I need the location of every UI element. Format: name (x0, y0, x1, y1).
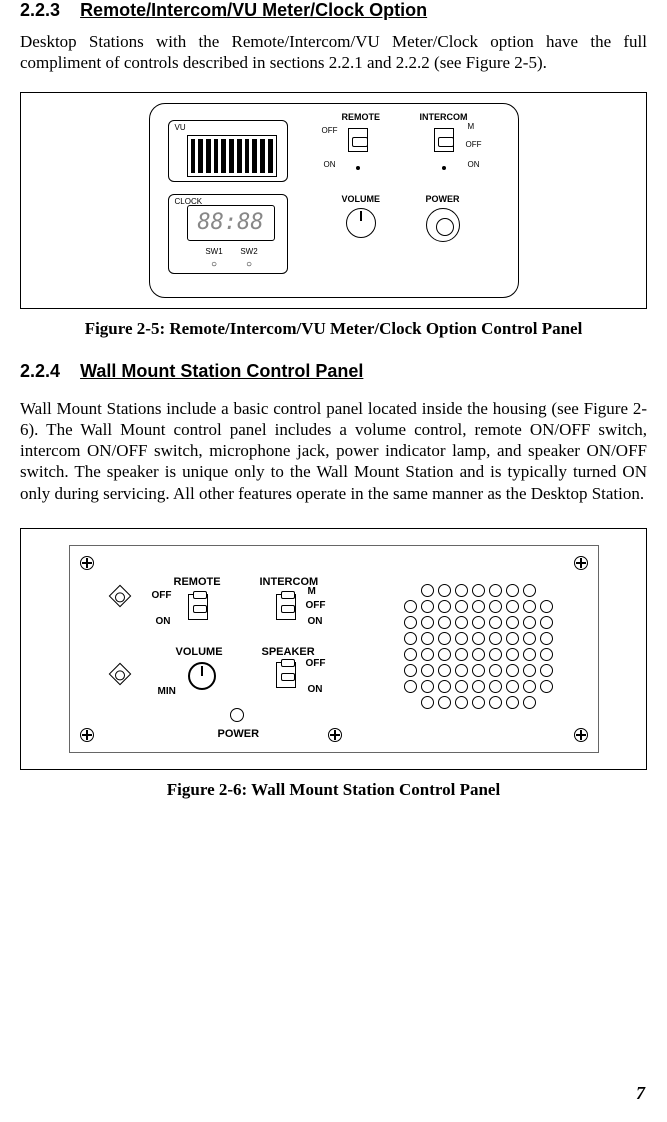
intercom-switch[interactable] (434, 128, 454, 152)
volume-knob[interactable] (346, 208, 376, 238)
p26-power-label: POWER (218, 728, 260, 740)
remote-on: ON (324, 160, 336, 169)
screw-icon (574, 556, 588, 570)
figure-25-caption: Figure 2-5: Remote/Intercom/VU Meter/Clo… (20, 319, 647, 339)
p26-remote-switch[interactable] (188, 594, 208, 620)
power-label: POWER (426, 194, 460, 204)
section-224-paragraph: Wall Mount Stations include a basic cont… (20, 398, 647, 504)
figure-26-caption: Figure 2-6: Wall Mount Station Control P… (20, 780, 647, 800)
power-button[interactable] (426, 208, 460, 242)
vu-label: VU (175, 123, 186, 132)
p26-intercom-off: OFF (306, 600, 326, 611)
p26-speaker-off: OFF (306, 658, 326, 669)
p26-speaker-on: ON (308, 684, 323, 695)
p26-remote-label: REMOTE (174, 576, 221, 588)
p26-intercom-m: M (308, 586, 316, 597)
section-224-number: 2.2.4 (20, 361, 60, 381)
p26-remote-on: ON (156, 616, 171, 627)
p26-intercom-switch[interactable] (276, 594, 296, 620)
p26-speaker-label: SPEAKER (262, 646, 315, 658)
p26-volume-min: MIN (158, 686, 176, 697)
remote-indicator (356, 166, 360, 170)
clock-box: CLOCK 88:88 SW1 SW2 ○○ (168, 194, 288, 274)
p26-volume-knob[interactable] (188, 662, 216, 690)
screw-icon (80, 556, 94, 570)
screw-icon (328, 728, 342, 742)
remote-label: REMOTE (342, 112, 381, 122)
screw-icon (574, 728, 588, 742)
p26-intercom-on: ON (308, 616, 323, 627)
figure-25-panel: VU CLOCK 88:88 SW1 SW2 ○○ REMOTE OFF ON … (149, 103, 519, 298)
section-223-number: 2.2.3 (20, 0, 60, 20)
vu-bars (187, 135, 277, 177)
speaker-grille (394, 584, 564, 712)
section-224-title: Wall Mount Station Control Panel (80, 361, 363, 381)
p26-power-led (230, 708, 244, 722)
screw-icon (80, 728, 94, 742)
intercom-on: ON (468, 160, 480, 169)
intercom-label: INTERCOM (420, 112, 468, 122)
remote-switch[interactable] (348, 128, 368, 152)
section-223-paragraph: Desktop Stations with the Remote/Interco… (20, 31, 647, 74)
sw2-label: SW2 (240, 247, 257, 256)
figure-26-panel: REMOTE OFF ON INTERCOM M OFF ON VOLUME M… (69, 545, 599, 753)
p26-speaker-switch[interactable] (276, 662, 296, 688)
sw1-label: SW1 (205, 247, 222, 256)
figure-25-frame: VU CLOCK 88:88 SW1 SW2 ○○ REMOTE OFF ON … (20, 92, 647, 309)
intercom-m: M (468, 122, 475, 131)
intercom-indicator (442, 166, 446, 170)
section-224-heading: 2.2.4 Wall Mount Station Control Panel (20, 361, 647, 382)
mount-icon (108, 584, 131, 607)
p26-remote-off: OFF (152, 590, 172, 601)
page-number: 7 (636, 1083, 645, 1104)
remote-off: OFF (322, 126, 338, 135)
intercom-off: OFF (466, 140, 482, 149)
figure-26-frame: REMOTE OFF ON INTERCOM M OFF ON VOLUME M… (20, 528, 647, 770)
mount-icon (108, 662, 131, 685)
clock-display: 88:88 (187, 205, 275, 241)
section-223-heading: 2.2.3 Remote/Intercom/VU Meter/Clock Opt… (20, 0, 647, 21)
section-223-title: Remote/Intercom/VU Meter/Clock Option (80, 0, 427, 20)
volume-label: VOLUME (342, 194, 381, 204)
vu-meter-box: VU (168, 120, 288, 182)
p26-volume-label: VOLUME (176, 646, 223, 658)
